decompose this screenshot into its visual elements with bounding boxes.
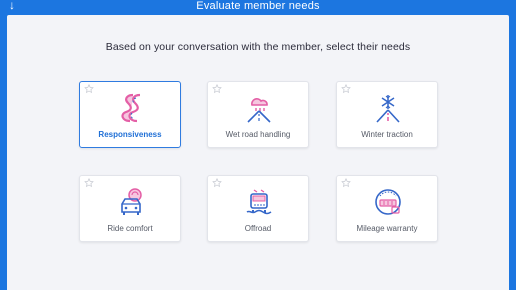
- winding-road-icon: [121, 93, 141, 123]
- star-icon[interactable]: [84, 84, 94, 94]
- need-card-winter-traction[interactable]: Winter traction: [336, 81, 438, 148]
- need-label: Responsiveness: [98, 130, 162, 139]
- page-title: Evaluate member needs: [196, 0, 320, 12]
- star-icon[interactable]: [341, 84, 351, 94]
- instructions-text: Based on your conversation with the memb…: [105, 41, 411, 53]
- need-label: Ride comfort: [107, 224, 153, 233]
- need-card-responsiveness[interactable]: Responsiveness: [79, 81, 181, 148]
- need-label: Mileage warranty: [356, 224, 418, 233]
- odometer-icon: [375, 189, 401, 215]
- star-icon[interactable]: [212, 84, 222, 94]
- need-label: Winter traction: [361, 130, 413, 139]
- need-card-wet-road-handling[interactable]: Wet road handling: [207, 81, 309, 148]
- need-label: Offroad: [244, 224, 272, 233]
- need-card-mileage-warranty[interactable]: Mileage warranty: [336, 175, 438, 242]
- star-icon[interactable]: [84, 178, 94, 188]
- needs-panel: Based on your conversation with the memb…: [7, 15, 509, 290]
- need-card-ride-comfort[interactable]: Ride comfort: [79, 175, 181, 242]
- star-icon[interactable]: [212, 178, 222, 188]
- rain-cloud-road-icon: [247, 98, 271, 123]
- car-comfort-icon: [121, 188, 142, 215]
- star-icon[interactable]: [341, 178, 351, 188]
- need-label: Wet road handling: [225, 130, 291, 139]
- snowflake-road-icon: [376, 95, 400, 123]
- need-card-offroad[interactable]: Offroad: [207, 175, 309, 242]
- header-bar: ↓ Evaluate member needs: [0, 0, 516, 14]
- offroad-vehicle-icon: [246, 189, 272, 215]
